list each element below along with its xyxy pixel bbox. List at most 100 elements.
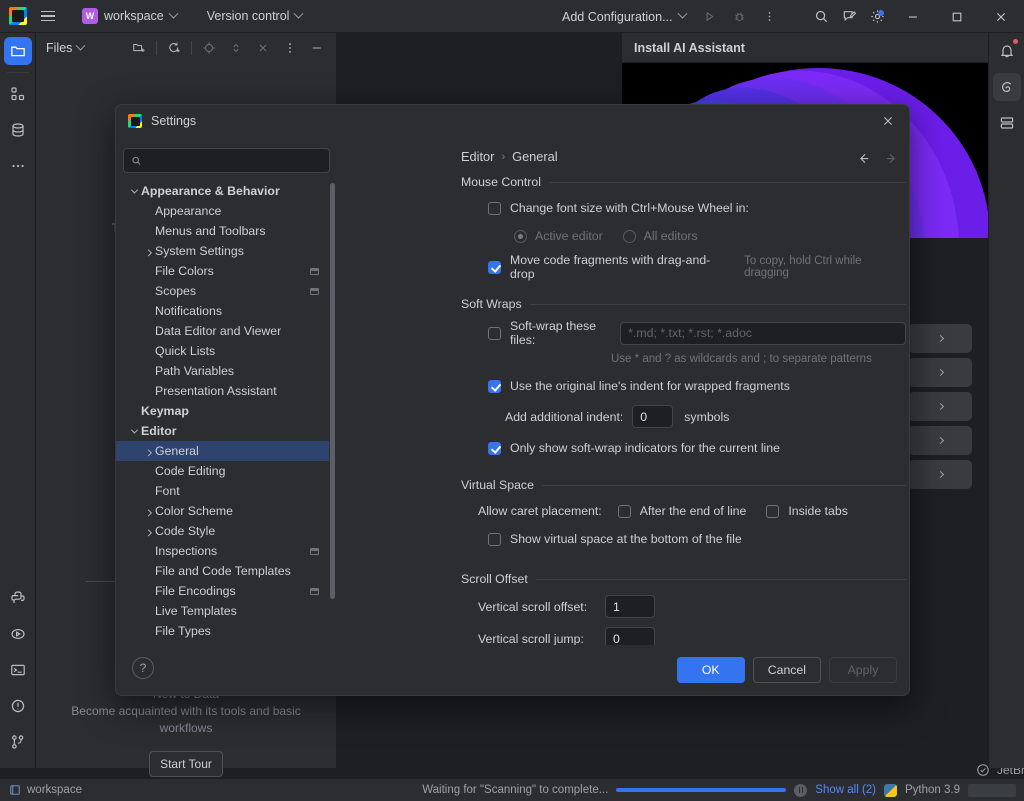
close-icon[interactable] xyxy=(875,108,901,134)
version-control-selector[interactable]: Version control xyxy=(200,6,310,26)
breadcrumb-item-0[interactable]: Editor xyxy=(461,149,494,164)
settings-icon[interactable] xyxy=(864,4,890,30)
additional-indent-input[interactable] xyxy=(632,405,674,428)
rail-item-database[interactable] xyxy=(0,112,36,148)
search-icon[interactable] xyxy=(808,4,834,30)
rail-item-terminal[interactable] xyxy=(0,652,36,688)
start-tour-button[interactable]: Start Tour xyxy=(149,751,223,777)
close-button[interactable] xyxy=(980,0,1022,33)
layout-icon[interactable] xyxy=(989,105,1024,141)
settings-tree-item[interactable]: System Settings xyxy=(116,241,329,261)
settings-tree[interactable]: Appearance & Behavior Appearance Menus and… xyxy=(116,181,329,647)
help-button[interactable]: ? xyxy=(132,657,154,679)
forward-arrow-icon[interactable] xyxy=(881,148,901,168)
settings-tree-item[interactable]: File Types xyxy=(116,621,329,641)
settings-tree-item[interactable]: Live Templates xyxy=(116,601,329,621)
maximize-button[interactable] xyxy=(936,0,978,33)
main-menu-button[interactable] xyxy=(35,3,61,29)
run-configuration-selector[interactable]: Add Configuration... xyxy=(555,7,693,27)
settings-tree-item[interactable]: Data Editor and Viewer xyxy=(116,321,329,341)
ai-assistant-icon[interactable] xyxy=(989,69,1024,105)
settings-tree-scrollbar[interactable] xyxy=(330,183,335,646)
settings-tree-item[interactable]: Quick Lists xyxy=(116,341,329,361)
settings-tree-item[interactable]: Font xyxy=(116,481,329,501)
move-fragments-checkbox[interactable] xyxy=(488,260,501,274)
soft-wrap-files-input[interactable] xyxy=(620,321,906,345)
rail-item-run[interactable] xyxy=(0,616,36,652)
search-box[interactable] xyxy=(123,148,330,173)
chevron-right-icon[interactable] xyxy=(142,508,155,516)
settings-tree-item[interactable]: Editor xyxy=(116,421,329,441)
interpreter-label[interactable]: Python 3.9 xyxy=(905,784,960,796)
debug-button[interactable] xyxy=(727,4,753,30)
ok-button[interactable]: OK xyxy=(676,657,745,683)
hide-icon[interactable] xyxy=(304,35,330,61)
inside-tabs-checkbox[interactable] xyxy=(766,504,780,518)
settings-tree-item[interactable]: Color Scheme xyxy=(116,501,329,521)
cancel-button[interactable]: Cancel xyxy=(752,657,821,683)
files-title-dropdown[interactable]: Files xyxy=(46,40,86,55)
settings-tree-item[interactable]: Keymap xyxy=(116,401,329,421)
settings-tree-item[interactable]: Menus and Toolbars xyxy=(116,221,329,241)
after-end-of-line-checkbox[interactable] xyxy=(617,504,631,518)
all-editors-radio[interactable] xyxy=(622,229,636,243)
chevron-right-icon[interactable] xyxy=(142,528,155,536)
change-font-size-checkbox[interactable] xyxy=(488,201,501,215)
locate-icon[interactable] xyxy=(196,35,222,61)
close-all-icon[interactable] xyxy=(250,35,276,61)
expand-collapse-icon[interactable] xyxy=(223,35,249,61)
ai-card-row[interactable] xyxy=(908,392,972,421)
more-actions-button[interactable] xyxy=(757,4,783,30)
show-all-link[interactable]: Show all (2) xyxy=(815,784,876,796)
chevron-right-icon[interactable] xyxy=(142,248,155,256)
status-project[interactable]: workspace xyxy=(9,784,82,796)
ai-card-row[interactable] xyxy=(908,324,972,353)
run-button[interactable] xyxy=(697,4,723,30)
feedback-icon[interactable] xyxy=(836,4,862,30)
settings-tree-item[interactable]: Code Editing xyxy=(116,461,329,481)
settings-tree-item[interactable]: Code Style xyxy=(116,521,329,541)
rail-item-more[interactable] xyxy=(0,148,36,184)
search-input[interactable] xyxy=(147,153,322,168)
scrollbar-thumb[interactable] xyxy=(330,183,335,599)
rail-item-structure[interactable] xyxy=(0,76,36,112)
ai-card-row[interactable] xyxy=(908,358,972,387)
rail-item-python-console[interactable] xyxy=(0,580,36,616)
rail-item-files[interactable] xyxy=(0,33,36,69)
vertical-scroll-jump-input[interactable] xyxy=(605,627,655,647)
soft-wrap-files-checkbox[interactable] xyxy=(488,326,501,340)
back-arrow-icon[interactable] xyxy=(853,148,873,168)
chevron-right-icon[interactable] xyxy=(142,448,155,456)
settings-tree-item[interactable]: General xyxy=(116,441,329,461)
settings-tree-item[interactable]: Path Variables xyxy=(116,361,329,381)
vertical-scroll-offset-input[interactable] xyxy=(605,595,655,618)
ai-card-row[interactable] xyxy=(908,460,972,489)
chevron-down-icon[interactable] xyxy=(128,426,141,434)
settings-tree-item[interactable]: Appearance xyxy=(116,201,329,221)
ai-card-row[interactable] xyxy=(908,426,972,455)
rail-item-version-control[interactable] xyxy=(0,724,36,760)
project-selector[interactable]: W workspace xyxy=(75,5,184,27)
title-bar: W workspace Version control Add Configur… xyxy=(0,0,1024,33)
settings-tree-item[interactable]: Appearance & Behavior xyxy=(116,181,329,201)
original-indent-checkbox[interactable] xyxy=(488,379,501,393)
memory-indicator[interactable] xyxy=(968,783,1016,797)
active-editor-radio[interactable] xyxy=(514,229,527,243)
chevron-down-icon[interactable] xyxy=(128,186,141,194)
options-icon[interactable] xyxy=(277,35,303,61)
settings-tree-item[interactable]: Notifications xyxy=(116,301,329,321)
settings-tree-item[interactable]: Scopes xyxy=(116,281,329,301)
settings-tree-item[interactable]: File Encodings xyxy=(116,581,329,601)
rail-item-problems[interactable] xyxy=(0,688,36,724)
settings-tree-item[interactable]: File and Code Templates xyxy=(116,561,329,581)
new-folder-icon[interactable] xyxy=(126,35,152,61)
pause-icon[interactable] xyxy=(794,783,808,797)
notifications-icon[interactable] xyxy=(989,33,1024,69)
only-show-indicators-checkbox[interactable] xyxy=(488,441,501,455)
minimize-button[interactable] xyxy=(892,0,934,33)
settings-tree-item[interactable]: Inspections xyxy=(116,541,329,561)
refresh-icon[interactable] xyxy=(161,35,187,61)
settings-tree-item[interactable]: File Colors xyxy=(116,261,329,281)
settings-tree-item[interactable]: Presentation Assistant xyxy=(116,381,329,401)
show-virtual-space-checkbox[interactable] xyxy=(488,532,501,546)
